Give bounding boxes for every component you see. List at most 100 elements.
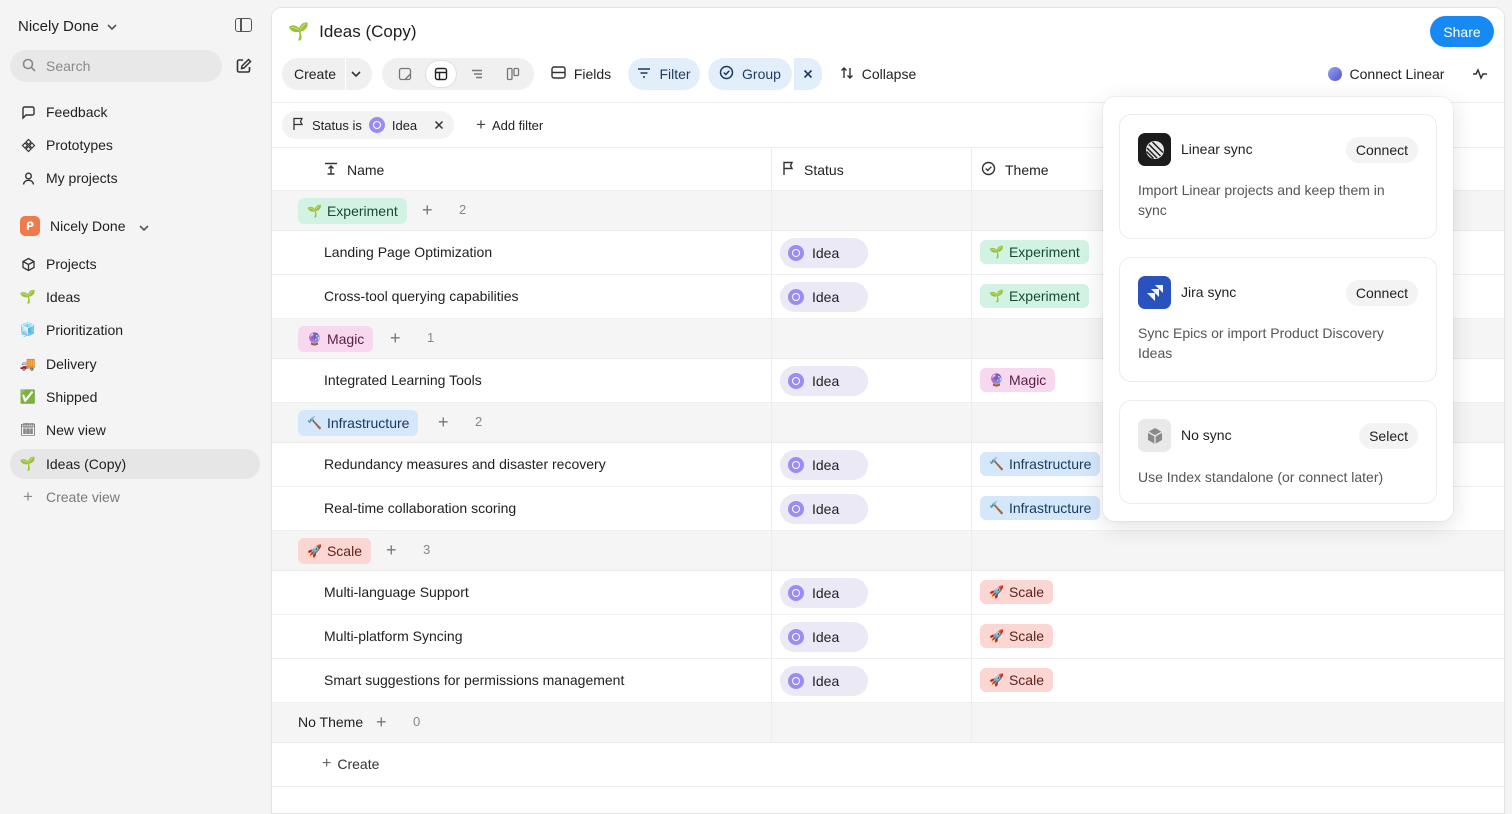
plus-icon[interactable]: + xyxy=(390,329,401,347)
fields-icon xyxy=(551,66,566,82)
sidebar-item-projects[interactable]: Projects xyxy=(10,249,260,279)
group-label: Infrastructure xyxy=(326,415,410,431)
activity-icon[interactable] xyxy=(1466,58,1494,90)
status-chip[interactable]: Idea xyxy=(780,238,868,268)
crystal-ball-icon: 🔮 xyxy=(989,373,1004,387)
no-sync-card[interactable]: No sync Select Use Index standalone (or … xyxy=(1119,400,1437,504)
team-switcher[interactable]: ᑭ Nicely Done xyxy=(10,211,260,241)
sidebar-item-prioritization[interactable]: 🧊 Prioritization xyxy=(10,315,260,345)
sidebar-item-my-projects[interactable]: My projects xyxy=(10,163,260,193)
sidebar-item-delivery[interactable]: 🚚 Delivery xyxy=(10,349,260,379)
plus-icon[interactable]: + xyxy=(386,541,397,559)
sidebar-item-ideas[interactable]: 🌱 Ideas xyxy=(10,282,260,312)
table-view-icon[interactable] xyxy=(426,61,456,87)
theme-tag[interactable]: 🔨 Infrastructure xyxy=(980,452,1101,476)
status-chip[interactable]: Idea xyxy=(780,450,868,480)
select-no-sync-button[interactable]: Select xyxy=(1359,423,1418,449)
sidebar-toggle-icon[interactable] xyxy=(235,18,252,32)
theme-tag[interactable]: 🔮 Magic xyxy=(980,368,1056,392)
plus-icon[interactable]: + xyxy=(422,201,433,219)
search-box[interactable] xyxy=(10,50,222,82)
search-icon xyxy=(22,58,36,75)
fields-button[interactable]: Fields xyxy=(546,58,616,90)
status-chip[interactable]: Idea xyxy=(780,366,868,396)
seedling-icon: 🌱 xyxy=(989,289,1004,303)
status-chip[interactable]: Idea xyxy=(780,622,868,652)
row-name: Cross-tool querying capabilities xyxy=(324,288,519,304)
theme-label: Infrastructure xyxy=(1008,500,1092,516)
person-icon xyxy=(20,170,36,186)
text-field-icon xyxy=(324,162,338,178)
status-chip[interactable]: Idea xyxy=(780,494,868,524)
hammer-icon: 🔨 xyxy=(989,457,1004,471)
theme-tag[interactable]: 🚀 Scale xyxy=(980,624,1053,648)
group-count: 2 xyxy=(459,202,467,217)
group-button[interactable]: Group xyxy=(708,58,792,90)
clear-group-button[interactable] xyxy=(794,58,822,90)
table-row[interactable]: Multi-language Support Idea 🚀 Scale xyxy=(272,571,1504,615)
page-title: Ideas (Copy) xyxy=(319,22,417,41)
linear-sync-card[interactable]: Linear sync Connect Import Linear projec… xyxy=(1119,114,1437,239)
group-count: 1 xyxy=(427,330,435,345)
status-label: Idea xyxy=(812,457,840,473)
create-view-button[interactable]: + Create view xyxy=(10,482,260,512)
compose-icon[interactable] xyxy=(230,52,258,80)
column-header-theme[interactable]: Theme xyxy=(981,148,1049,191)
status-label: Idea xyxy=(812,373,840,389)
status-label: Idea xyxy=(812,585,840,601)
sidebar-item-feedback[interactable]: Feedback xyxy=(10,97,260,127)
theme-tag: 🚀 Scale xyxy=(298,538,371,564)
crystal-ball-icon: 🔮 xyxy=(307,332,322,346)
status-chip[interactable]: Idea xyxy=(780,578,868,608)
sidebar-item-prototypes[interactable]: Prototypes xyxy=(10,130,260,160)
idea-status-icon xyxy=(788,585,804,601)
plus-icon[interactable]: + xyxy=(376,713,387,731)
column-header-name[interactable]: Name xyxy=(324,148,384,191)
status-filter-chip[interactable]: Status is Idea xyxy=(282,111,455,139)
sidebar-item-label: New view xyxy=(46,422,106,438)
plus-icon[interactable]: + xyxy=(438,413,449,431)
group-row-scale[interactable]: 🚀 Scale + 3 xyxy=(272,531,1504,571)
connect-jira-sync-button[interactable]: Connect xyxy=(1345,280,1418,306)
list-view-icon[interactable] xyxy=(462,61,492,87)
theme-tag[interactable]: 🚀 Scale xyxy=(980,668,1053,692)
theme-label: Experiment xyxy=(1008,244,1080,260)
column-header-label: Status xyxy=(804,161,844,178)
theme-tag[interactable]: 🚀 Scale xyxy=(980,580,1053,604)
create-row-button[interactable]: + Create xyxy=(322,756,379,773)
sidebar-item-label: Delivery xyxy=(46,356,97,372)
table-row[interactable]: Multi-platform Syncing Idea 🚀 Scale xyxy=(272,615,1504,659)
theme-tag[interactable]: 🔨 Infrastructure xyxy=(980,496,1101,520)
sidebar-item-shipped[interactable]: ✅ Shipped xyxy=(10,382,260,412)
status-chip[interactable]: Idea xyxy=(780,666,868,696)
theme-tag[interactable]: 🌱 Experiment xyxy=(980,240,1089,264)
search-input[interactable] xyxy=(46,58,196,74)
theme-tag[interactable]: 🌱 Experiment xyxy=(980,284,1089,308)
connect-linear-sync-button[interactable]: Connect xyxy=(1345,137,1418,163)
column-header-status[interactable]: Status xyxy=(782,148,844,191)
table-row[interactable]: Smart suggestions for permissions manage… xyxy=(272,659,1504,703)
share-button[interactable]: Share xyxy=(1430,16,1494,47)
row-name: Multi-platform Syncing xyxy=(324,628,463,644)
group-row-no-theme[interactable]: No Theme + 0 xyxy=(272,703,1504,743)
filter-button[interactable]: Filter xyxy=(628,58,700,90)
columns-view-icon[interactable] xyxy=(498,61,528,87)
group-label: Group xyxy=(742,66,781,82)
column-divider xyxy=(771,148,772,743)
jira-sync-card[interactable]: Jira sync Connect Sync Epics or import P… xyxy=(1119,257,1437,382)
add-filter-button[interactable]: + Add filter xyxy=(476,111,543,139)
theme-label: Scale xyxy=(1008,584,1044,600)
fields-label: Fields xyxy=(573,66,612,82)
theme-label: Scale xyxy=(1008,672,1044,688)
chevron-down-icon[interactable] xyxy=(350,67,362,83)
team-logo-icon: ᑭ xyxy=(20,216,40,236)
status-chip[interactable]: Idea xyxy=(780,282,868,312)
close-icon[interactable] xyxy=(434,118,444,133)
connect-linear-button[interactable]: Connect Linear xyxy=(1324,58,1448,90)
sidebar-item-ideas-copy[interactable]: 🌱 Ideas (Copy) xyxy=(10,449,260,479)
create-row[interactable]: + Create xyxy=(272,743,1504,787)
collapse-button[interactable]: Collapse xyxy=(836,58,920,90)
sidebar-item-new-view[interactable]: 🗓 New view xyxy=(10,415,260,445)
board-view-icon[interactable] xyxy=(390,61,420,87)
workspace-switcher[interactable]: Nicely Done xyxy=(18,14,117,38)
